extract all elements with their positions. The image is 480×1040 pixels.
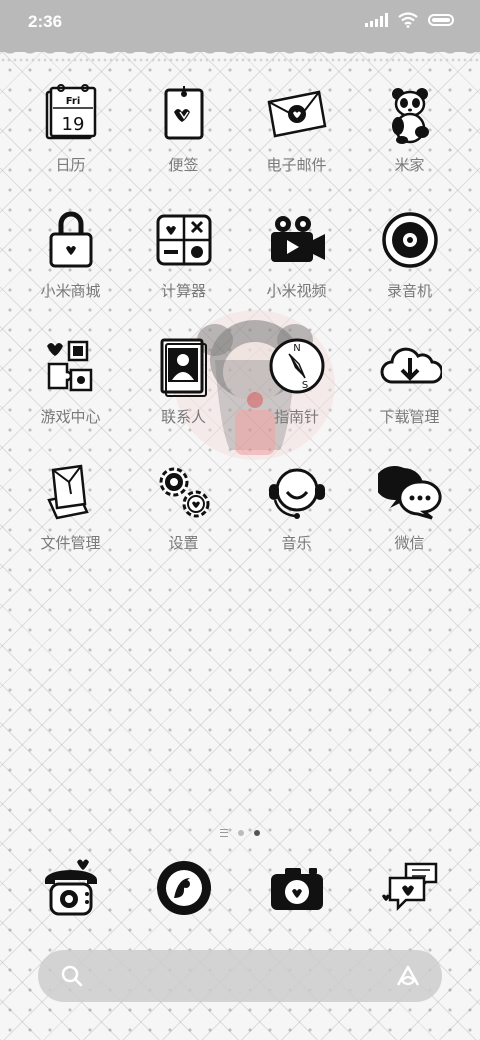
headphones-icon bbox=[268, 468, 325, 519]
mi-video-app[interactable]: 小米视频 bbox=[240, 208, 353, 314]
folder-icon bbox=[46, 464, 89, 520]
notes-icon bbox=[164, 86, 203, 140]
panda-icon bbox=[391, 88, 429, 144]
status-icons bbox=[365, 12, 454, 28]
wifi-icon bbox=[398, 12, 418, 28]
email-app[interactable]: 电子邮件 bbox=[240, 82, 353, 188]
telephone-icon bbox=[44, 859, 97, 916]
browser-app[interactable] bbox=[127, 856, 240, 926]
mi-store-app[interactable]: 小米商城 bbox=[14, 208, 127, 314]
app-label: 录音机 bbox=[386, 282, 432, 300]
downloads-app[interactable]: 下载管理 bbox=[353, 334, 466, 440]
compass-south-text: S bbox=[301, 380, 307, 391]
camera-app[interactable] bbox=[240, 856, 353, 926]
search-bar[interactable] bbox=[38, 950, 442, 1002]
calculator-app[interactable]: 计算器 bbox=[127, 208, 240, 314]
gears-icon bbox=[159, 467, 209, 518]
calendar-app[interactable]: Fri 19 日历 bbox=[14, 82, 127, 188]
file-manager-app[interactable]: 文件管理 bbox=[14, 460, 127, 566]
contacts-book-icon bbox=[160, 338, 207, 397]
app-label: 微信 bbox=[394, 534, 425, 552]
game-center-app[interactable]: 游戏中心 bbox=[14, 334, 127, 440]
cloud-download-icon bbox=[380, 347, 442, 384]
wechat-app[interactable]: 微信 bbox=[353, 460, 466, 566]
compass-north-text: N bbox=[293, 343, 300, 354]
compass-app[interactable]: N S 指南针 bbox=[240, 334, 353, 440]
app-label: 便签 bbox=[168, 156, 199, 174]
assistant-icon[interactable] bbox=[394, 963, 422, 989]
page-indicator-menu-icon bbox=[220, 829, 228, 837]
puzzle-icon bbox=[46, 340, 92, 392]
compass-icon: N S bbox=[269, 338, 324, 394]
app-label: 设置 bbox=[168, 534, 199, 552]
app-label: 米家 bbox=[394, 156, 425, 174]
page-indicator bbox=[0, 829, 480, 837]
page-dot-active[interactable] bbox=[254, 830, 260, 836]
camera-icon bbox=[270, 868, 323, 910]
calendar-day-text: 19 bbox=[61, 114, 84, 135]
search-icon[interactable] bbox=[60, 964, 84, 988]
chat-bubbles-icon bbox=[377, 466, 442, 520]
video-camera-icon bbox=[270, 216, 325, 262]
app-label: 下载管理 bbox=[379, 408, 440, 426]
calendar-icon: Fri 19 bbox=[45, 84, 96, 140]
contacts-app[interactable]: 联系人 bbox=[127, 334, 240, 440]
status-bar: 2:36 bbox=[0, 0, 480, 64]
app-label: 联系人 bbox=[160, 408, 206, 426]
recorder-app[interactable]: 录音机 bbox=[353, 208, 466, 314]
dock bbox=[14, 856, 466, 926]
app-label: 游戏中心 bbox=[40, 408, 101, 426]
message-bubbles-icon bbox=[381, 862, 437, 912]
lock-icon bbox=[49, 211, 92, 268]
settings-app[interactable]: 设置 bbox=[127, 460, 240, 566]
messages-app[interactable] bbox=[353, 856, 466, 926]
page-dot[interactable] bbox=[238, 830, 244, 836]
calendar-weekday-text: Fri bbox=[65, 96, 80, 107]
mi-home-app[interactable]: 米家 bbox=[353, 82, 466, 188]
signal-icon bbox=[365, 13, 388, 27]
app-grid: Fri 19 日历 便签 电子邮件 米家 小米商城 计算器 小米视频 录音机 游… bbox=[14, 82, 466, 566]
app-label: 计算器 bbox=[160, 282, 206, 300]
status-time: 2:36 bbox=[28, 12, 63, 31]
music-app[interactable]: 音乐 bbox=[240, 460, 353, 566]
app-label: 指南针 bbox=[273, 408, 319, 426]
battery-icon bbox=[428, 14, 454, 26]
envelope-icon bbox=[267, 90, 326, 138]
app-label: 小米视频 bbox=[266, 282, 327, 300]
notes-app[interactable]: 便签 bbox=[127, 82, 240, 188]
browser-icon bbox=[156, 861, 211, 915]
phone-app[interactable] bbox=[14, 856, 127, 926]
record-icon bbox=[381, 212, 438, 268]
app-label: 日历 bbox=[55, 156, 86, 174]
app-label: 电子邮件 bbox=[266, 156, 327, 174]
app-label: 小米商城 bbox=[40, 282, 101, 300]
app-label: 文件管理 bbox=[40, 534, 101, 552]
app-label: 音乐 bbox=[281, 534, 312, 552]
calculator-icon bbox=[156, 214, 211, 266]
